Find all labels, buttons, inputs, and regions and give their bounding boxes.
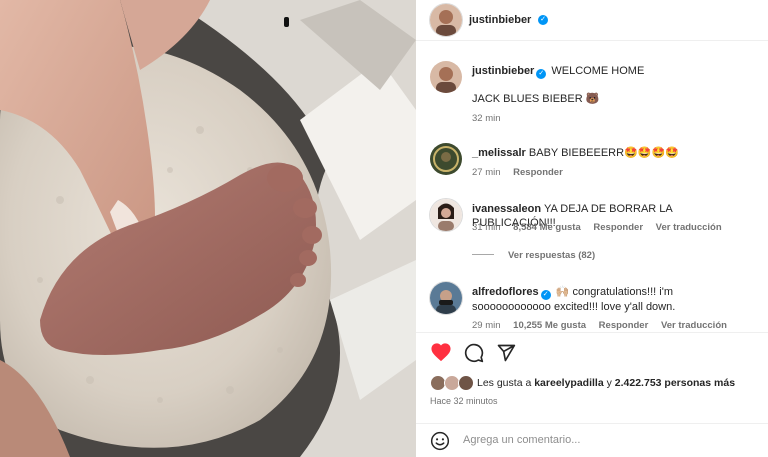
comment-meta: 31 min 8,584 Me gusta Responder Ver trad… xyxy=(472,222,732,233)
reply-button[interactable]: Responder xyxy=(599,320,649,331)
author-username[interactable]: justinbieber xyxy=(469,14,531,26)
caption-time[interactable]: 32 min xyxy=(472,113,501,124)
author-avatar[interactable] xyxy=(430,4,462,36)
verified-badge-icon: ✓ xyxy=(540,290,551,300)
caption-avatar[interactable] xyxy=(430,61,462,93)
see-translation-link[interactable]: Ver traducción xyxy=(656,222,722,233)
comment-username[interactable]: ivanessaleon xyxy=(472,203,541,215)
comment-text: BABY BIEBEEERR🤩🤩🤩🤩 xyxy=(528,147,679,159)
comment-like-count[interactable]: 10,255 Me gusta xyxy=(513,320,586,331)
comment-time[interactable]: 29 min xyxy=(472,320,501,331)
reply-button[interactable]: Responder xyxy=(593,222,643,233)
posted-time[interactable]: Hace 32 minutos xyxy=(430,396,498,406)
emoji-icon[interactable] xyxy=(430,431,450,454)
actions-divider xyxy=(416,332,768,333)
comment-time[interactable]: 31 min xyxy=(472,222,501,233)
add-comment-bar: Agrega un comentario... xyxy=(416,424,768,457)
header-divider xyxy=(416,40,768,41)
heart-filled-icon[interactable] xyxy=(430,342,452,365)
comment-username[interactable]: alfredoflores xyxy=(472,286,539,298)
baby-foot-photo xyxy=(0,0,416,457)
comment-time[interactable]: 27 min xyxy=(472,167,501,178)
comment-avatar[interactable] xyxy=(430,143,462,175)
comment-input[interactable]: Agrega un comentario... xyxy=(463,434,580,446)
likes-count[interactable]: 2.422.753 xyxy=(615,377,662,389)
comment-meta: 27 min Responder xyxy=(472,167,573,178)
verified-badge-icon: ✓ xyxy=(538,15,548,25)
caption-meta: 32 min xyxy=(472,113,511,124)
view-replies-button[interactable]: Ver respuestas (82) xyxy=(472,250,595,261)
post-image[interactable] xyxy=(0,0,416,457)
see-translation-link[interactable]: Ver traducción xyxy=(661,320,727,331)
view-replies-label: Ver respuestas (82) xyxy=(508,250,596,261)
caption-text-line1: WELCOME HOME xyxy=(551,65,645,77)
comment-avatar[interactable] xyxy=(430,282,462,314)
comment-username[interactable]: _melissalr xyxy=(472,147,526,159)
liker-avatars[interactable] xyxy=(430,375,476,391)
likes-prefix: Les gusta a xyxy=(477,377,535,389)
comment-avatar[interactable] xyxy=(430,199,462,231)
verified-badge-icon: ✓ xyxy=(536,69,547,79)
image-overlay-mark xyxy=(284,17,289,27)
comment-icon[interactable] xyxy=(464,343,484,366)
share-icon[interactable] xyxy=(496,343,516,366)
post-header: justinbieber ✓ xyxy=(416,0,768,40)
liker-username[interactable]: kareelypadilla xyxy=(534,377,603,389)
comment-like-count[interactable]: 8,584 Me gusta xyxy=(513,222,581,233)
reply-button[interactable]: Responder xyxy=(513,167,563,178)
caption-username[interactable]: justinbieber xyxy=(472,65,534,77)
likes-suffix[interactable]: personas más xyxy=(662,377,735,389)
likes-middle: y xyxy=(603,377,615,389)
replies-divider-line xyxy=(472,254,494,255)
post-side-panel: justinbieber ✓ justinbieber ✓ WELCOME HOM… xyxy=(416,0,768,457)
caption-text-line2: JACK BLUES BIEBER 🐻 xyxy=(472,93,600,105)
comment-meta: 29 min 10,255 Me gusta Responder Ver tra… xyxy=(472,320,737,331)
